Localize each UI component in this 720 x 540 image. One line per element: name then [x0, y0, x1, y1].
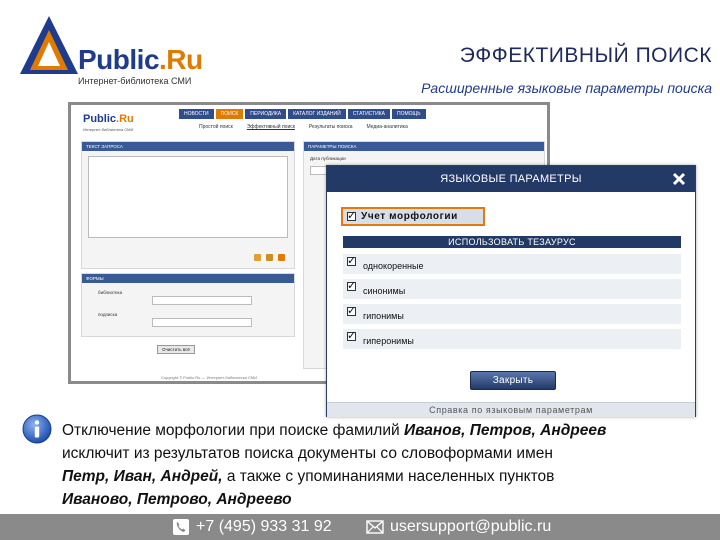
footer-email[interactable]: usersupport@public.ru — [366, 514, 551, 540]
screenshot-footer: Copyright © Public.Ru — Интернет-библиот… — [161, 375, 257, 380]
nav-item-periodicals[interactable]: ПЕРИОДИКА — [245, 109, 287, 119]
explanation-line-3: Петр, Иван, Андрей, а также с упоминания… — [62, 468, 555, 485]
close-icon[interactable] — [671, 171, 687, 187]
option-row-hyponyms[interactable]: гипонимы — [343, 304, 681, 324]
logo-triangle-icon — [20, 16, 78, 74]
nav-item-catalog[interactable]: КАТАЛОГ ИЗДАНИЙ — [288, 109, 346, 119]
subnav-simple-search[interactable]: Простой поиск — [199, 124, 233, 130]
nav-item-news[interactable]: НОВОСТИ — [179, 109, 214, 119]
forms-panel: ФОРМЫ библиотека подписка — [81, 273, 295, 337]
screenshot-logo-tagline: Интернет-библиотека СМИ — [83, 127, 134, 132]
subnav-effective-search[interactable]: Эффективный поиск — [247, 124, 295, 130]
envelope-icon — [366, 520, 384, 534]
form-option-subscription[interactable]: подписка — [98, 312, 117, 317]
option-row-cognates[interactable]: однокоренные — [343, 254, 681, 274]
search-tool-icon[interactable] — [266, 254, 273, 261]
cognates-checkbox[interactable] — [347, 254, 356, 267]
close-button[interactable]: Закрыть — [470, 371, 556, 390]
email-address: usersupport@public.ru — [390, 518, 552, 535]
form-option-library[interactable]: библиотека — [98, 290, 122, 295]
dialog-title: ЯЗЫКОВЫЕ ПАРАМЕТРЫ — [440, 173, 582, 185]
date-label: Дата публикации — [310, 156, 346, 161]
language-params-dialog: ЯЗЫКОВЫЕ ПАРАМЕТРЫ Учет морфологии ИСПОЛ… — [326, 165, 696, 417]
footer-phone[interactable]: +7 (495) 933 31 92 — [172, 514, 332, 540]
logo-tagline: Интернет-библиотека СМИ — [78, 76, 192, 86]
nav-item-search[interactable]: ПОИСК — [215, 109, 244, 119]
folder-icon[interactable] — [254, 254, 261, 261]
phone-number: +7 (495) 933 31 92 — [196, 518, 332, 535]
help-link[interactable]: Справка по языковым параметрам — [327, 402, 695, 417]
screenshot-logo: Public.Ru — [83, 113, 134, 125]
forms-panel-title: ФОРМЫ — [82, 274, 294, 283]
morphology-checkbox[interactable] — [347, 209, 356, 222]
morphology-label: Учет морфологии — [361, 211, 458, 222]
footer-bar: +7 (495) 933 31 92 usersupport@public.ru — [0, 514, 720, 540]
screenshot-nav: НОВОСТИ ПОИСК ПЕРИОДИКА КАТАЛОГ ИЗДАНИЙ … — [179, 109, 426, 119]
subscription-input[interactable] — [152, 318, 252, 327]
library-input[interactable] — [152, 296, 252, 305]
synonyms-label: синонимы — [363, 286, 406, 296]
subnav-results[interactable]: Результаты поиска — [309, 124, 353, 130]
hypernyms-checkbox[interactable] — [347, 329, 356, 342]
synonyms-checkbox[interactable] — [347, 279, 356, 292]
explanation-line-1: Отключение морфологии при поиске фамилий… — [62, 422, 607, 439]
hyponyms-label: гипонимы — [363, 311, 404, 321]
option-row-hypernyms[interactable]: гиперонимы — [343, 329, 681, 349]
nav-item-help[interactable]: ПОМОЩЬ — [392, 109, 426, 119]
info-icon — [22, 414, 52, 444]
phone-icon — [173, 519, 189, 535]
query-panel: ТЕКСТ ЗАПРОСА — [81, 141, 295, 269]
clear-all-button[interactable]: Очистить всё — [157, 345, 195, 354]
subnav-media-analytics[interactable]: Медиа-аналитика — [367, 124, 408, 130]
public-ru-logo: Public.Ru Интернет-библиотека СМИ — [18, 14, 218, 86]
logo-brand: Public.Ru — [78, 44, 203, 75]
nav-item-statistics[interactable]: СТАТИСТИКА — [347, 109, 390, 119]
screenshot-subnav: Простой поиск Эффективный поиск Результа… — [199, 124, 408, 130]
option-row-synonyms[interactable]: синонимы — [343, 279, 681, 299]
hypernyms-label: гиперонимы — [363, 336, 414, 346]
explanation-line-4: Иваново, Петрово, Андреево — [62, 491, 292, 508]
thesaurus-header: ИСПОЛЬЗОВАТЬ ТЕЗАУРУС — [343, 236, 681, 248]
query-textarea[interactable] — [88, 156, 288, 238]
query-panel-title: ТЕКСТ ЗАПРОСА — [82, 142, 294, 151]
slide-title: ЭФФЕКТИВНЫЙ ПОИСК — [459, 44, 712, 67]
pin-icon[interactable] — [278, 254, 285, 261]
hyponyms-checkbox[interactable] — [347, 304, 356, 317]
dialog-header: ЯЗЫКОВЫЕ ПАРАМЕТРЫ — [327, 166, 695, 192]
explanation-text: Отключение морфологии при поиске фамилий… — [62, 419, 712, 511]
morphology-option[interactable]: Учет морфологии — [341, 207, 485, 226]
params-panel-title: ПАРАМЕТРЫ ПОИСКА — [304, 142, 544, 151]
cognates-label: однокоренные — [363, 261, 424, 271]
explanation-line-2: исключит из результатов поиска документы… — [62, 445, 553, 462]
slide-subtitle: Расширенные языковые параметры поиска — [421, 80, 712, 96]
